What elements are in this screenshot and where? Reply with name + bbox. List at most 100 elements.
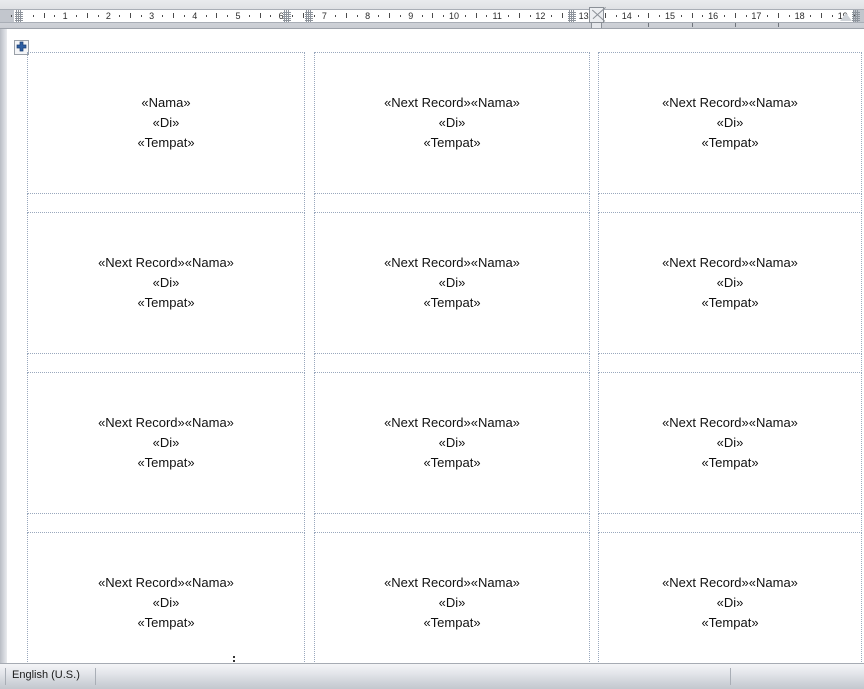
status-separator-after-language bbox=[95, 668, 96, 685]
ruler-tick-label-12: 12 bbox=[535, 11, 546, 21]
tab-stop-icon-mid-c[interactable] bbox=[568, 10, 576, 22]
ruler-tick bbox=[389, 13, 390, 18]
ruler-tab-tick[interactable] bbox=[692, 23, 693, 27]
tab-stop-icon-mid-a[interactable] bbox=[283, 10, 291, 22]
ruler-tab-tick[interactable] bbox=[778, 23, 779, 27]
column-gutter-1 bbox=[304, 513, 315, 533]
label-cell-r3c2[interactable]: «Next Record»«Nama» «Di» «Tempat» bbox=[314, 372, 590, 514]
spacer-cell-3[interactable] bbox=[598, 193, 862, 213]
ruler-tick bbox=[832, 15, 833, 17]
merge-field-line-2: «Di» bbox=[716, 115, 744, 130]
label-cell-r1c2[interactable]: «Next Record»«Nama» «Di» «Tempat» bbox=[314, 52, 590, 194]
ruler-tick bbox=[173, 13, 174, 18]
ruler-tick bbox=[530, 15, 531, 17]
label-cell-r2c1[interactable]: «Next Record»«Nama» «Di» «Tempat» bbox=[27, 212, 305, 354]
label-cell-r4c1[interactable]: «Next Record»«Nama» «Di» «Tempat» bbox=[27, 532, 305, 663]
merge-field-line-2: «Di» bbox=[438, 595, 466, 610]
label-cell-r2c3[interactable]: «Next Record»«Nama» «Di» «Tempat» bbox=[598, 212, 862, 354]
ruler-tick bbox=[162, 15, 163, 17]
label-text-r1c3: «Next Record»«Nama» «Di» «Tempat» bbox=[599, 93, 861, 153]
label-text-r3c3: «Next Record»«Nama» «Di» «Tempat» bbox=[599, 413, 861, 473]
label-cell-r4c2[interactable]: «Next Record»«Nama» «Di» «Tempat» bbox=[314, 532, 590, 663]
mail-merge-label-table[interactable]: «Nama» «Di» «Tempat» «Next Record»«Nama»… bbox=[27, 52, 862, 663]
ruler-tick bbox=[260, 13, 261, 18]
label-cell-r3c3[interactable]: «Next Record»«Nama» «Di» «Tempat» bbox=[598, 372, 862, 514]
label-text-r1c2: «Next Record»«Nama» «Di» «Tempat» bbox=[315, 93, 589, 153]
end-of-document-marker bbox=[233, 660, 235, 662]
label-cell-r4c3[interactable]: «Next Record»«Nama» «Di» «Tempat» bbox=[598, 532, 862, 663]
column-gutter-2 bbox=[589, 532, 599, 663]
merge-field-line-2: «Di» bbox=[438, 115, 466, 130]
table-spacer-row[interactable] bbox=[27, 513, 862, 533]
ruler-tick bbox=[206, 15, 207, 17]
ruler-tick bbox=[11, 15, 12, 17]
merge-field-line-2: «Di» bbox=[716, 595, 744, 610]
spacer-cell-1[interactable] bbox=[27, 193, 305, 213]
table-row[interactable]: «Next Record»«Nama» «Di» «Tempat» «Next … bbox=[27, 372, 862, 514]
spacer-cell-2[interactable] bbox=[314, 193, 590, 213]
table-row[interactable]: «Next Record»«Nama» «Di» «Tempat» «Next … bbox=[27, 212, 862, 354]
ruler-tick bbox=[821, 13, 822, 18]
ruler-tick bbox=[443, 15, 444, 17]
horizontal-ruler[interactable]: 1 2 3 4 5 6 7 8 9 10 11 12 13 14 15 16 17 18 19 bbox=[0, 0, 864, 29]
label-cell-r3c1[interactable]: «Next Record»«Nama» «Di» «Tempat» bbox=[27, 372, 305, 514]
ruler-tick-label-4: 4 bbox=[192, 11, 198, 21]
ruler-tick-label-1: 1 bbox=[62, 11, 68, 21]
right-indent-marker[interactable] bbox=[589, 7, 606, 28]
ruler-tick bbox=[227, 15, 228, 17]
merge-field-line-3: «Tempat» bbox=[423, 455, 481, 470]
merge-field-line-2: «Di» bbox=[716, 275, 744, 290]
ruler-tick-label-9: 9 bbox=[408, 11, 414, 21]
label-cell-r1c3[interactable]: «Next Record»«Nama» «Di» «Tempat» bbox=[598, 52, 862, 194]
merge-field-line-1: «Next Record»«Nama» bbox=[384, 255, 520, 270]
spacer-cell-3[interactable] bbox=[598, 513, 862, 533]
table-row[interactable]: «Nama» «Di» «Tempat» «Next Record»«Nama»… bbox=[27, 52, 862, 194]
first-line-indent-marker[interactable] bbox=[840, 13, 852, 21]
document-page[interactable]: «Nama» «Di» «Tempat» «Next Record»«Nama»… bbox=[8, 29, 864, 663]
status-bar: English (U.S.) bbox=[0, 663, 864, 689]
ruler-tick bbox=[378, 15, 379, 17]
ruler-tick bbox=[422, 15, 423, 17]
ruler-tick-label-16: 16 bbox=[708, 11, 719, 21]
ruler-tick bbox=[486, 15, 487, 17]
spacer-cell-3[interactable] bbox=[598, 353, 862, 373]
column-gutter-1 bbox=[304, 52, 315, 194]
ruler-tick bbox=[648, 13, 649, 18]
table-spacer-row[interactable] bbox=[27, 193, 862, 213]
ruler-tick bbox=[44, 13, 45, 18]
ruler-top-shade bbox=[0, 0, 864, 9]
language-status[interactable]: English (U.S.) bbox=[12, 669, 80, 681]
tab-stop-icon-mid-b[interactable] bbox=[305, 10, 313, 22]
table-row[interactable]: «Next Record»«Nama» «Di» «Tempat» «Next … bbox=[27, 532, 862, 663]
ruler-tick bbox=[303, 13, 304, 18]
document-canvas[interactable]: «Nama» «Di» «Tempat» «Next Record»«Nama»… bbox=[0, 29, 864, 663]
merge-field-line-3: «Tempat» bbox=[701, 295, 759, 310]
ruler-tab-tick[interactable] bbox=[735, 23, 736, 27]
ruler-tick-label-11: 11 bbox=[492, 11, 502, 21]
merge-field-line-2: «Di» bbox=[438, 435, 466, 450]
spacer-cell-1[interactable] bbox=[27, 513, 305, 533]
spacer-cell-2[interactable] bbox=[314, 353, 590, 373]
merge-field-line-3: «Tempat» bbox=[137, 615, 195, 630]
label-cell-r1c1[interactable]: «Nama» «Di» «Tempat» bbox=[27, 52, 305, 194]
left-scroll-gutter[interactable] bbox=[0, 29, 8, 663]
label-text-r4c1: «Next Record»«Nama» «Di» «Tempat» bbox=[28, 573, 304, 633]
table-spacer-row[interactable] bbox=[27, 353, 862, 373]
merge-field-line-1: «Nama» bbox=[141, 95, 191, 110]
merge-field-line-2: «Di» bbox=[152, 435, 180, 450]
ruler-tick-label-10: 10 bbox=[448, 11, 459, 21]
column-gutter-2 bbox=[589, 513, 599, 533]
merge-field-line-1: «Next Record»«Nama» bbox=[662, 255, 798, 270]
tab-stop-icon-left[interactable] bbox=[15, 10, 23, 22]
merge-field-line-2: «Di» bbox=[438, 275, 466, 290]
merge-field-line-1: «Next Record»«Nama» bbox=[662, 575, 798, 590]
ruler-tick bbox=[119, 15, 120, 17]
label-cell-r2c2[interactable]: «Next Record»«Nama» «Di» «Tempat» bbox=[314, 212, 590, 354]
tab-stop-icon-right[interactable] bbox=[852, 10, 860, 22]
ruler-tab-tick[interactable] bbox=[648, 23, 649, 27]
spacer-cell-2[interactable] bbox=[314, 513, 590, 533]
ruler-tick-label-7: 7 bbox=[321, 11, 327, 21]
spacer-cell-1[interactable] bbox=[27, 353, 305, 373]
ruler-tick bbox=[519, 13, 520, 18]
label-text-r4c2: «Next Record»«Nama» «Di» «Tempat» bbox=[315, 573, 589, 633]
